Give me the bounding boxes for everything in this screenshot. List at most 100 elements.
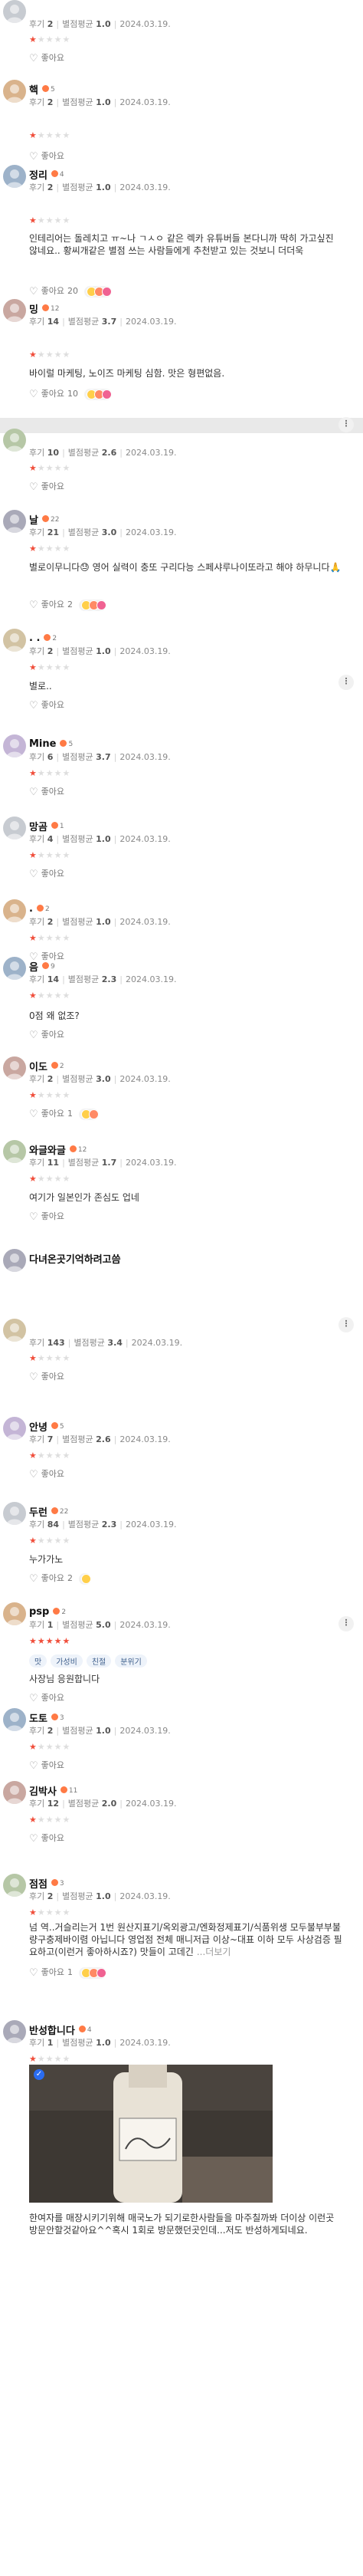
review-card: 다녀온곳기억하려고씀 xyxy=(0,1249,363,1272)
like-button[interactable]: ♡ 좋아요 2 xyxy=(29,598,107,611)
reviewer-header: 밍 12 xyxy=(29,301,59,316)
reviewer-name[interactable]: 날 xyxy=(29,515,38,527)
like-button[interactable]: ♡ 좋아요 xyxy=(29,698,64,711)
avatar[interactable] xyxy=(3,957,26,980)
heart-icon: ♡ xyxy=(29,787,38,798)
level-icon xyxy=(51,1062,58,1069)
reviewer-name[interactable]: 반성합니다 xyxy=(29,2026,75,2037)
avatar[interactable] xyxy=(3,80,26,103)
reviewer-name[interactable]: 밍 xyxy=(29,304,38,316)
avatar[interactable] xyxy=(3,1781,26,1804)
avatar[interactable] xyxy=(3,2020,26,2043)
avg-label: 별점평균 xyxy=(62,1434,96,1444)
avatar[interactable] xyxy=(3,1249,26,1272)
avatar[interactable] xyxy=(3,816,26,840)
like-button[interactable]: ♡ 좋아요 xyxy=(29,480,64,493)
reviewer-name[interactable]: 두런 xyxy=(29,1507,47,1519)
review-date: 2024.03.19. xyxy=(125,1158,177,1168)
like-button[interactable]: ♡ 좋아요 1 xyxy=(29,1107,100,1120)
star-icon: ★ xyxy=(62,1536,71,1546)
divider: | xyxy=(119,448,123,458)
reviewer-name[interactable]: 다녀온곳기억하려고씀 xyxy=(29,1254,121,1266)
avatar[interactable] xyxy=(3,1602,26,1625)
avatar[interactable] xyxy=(3,1417,26,1440)
reviewer-name[interactable]: 핵 xyxy=(29,85,38,97)
avatar[interactable] xyxy=(3,899,26,922)
divider: | xyxy=(113,646,117,656)
avatar[interactable] xyxy=(3,510,26,533)
avatar[interactable] xyxy=(3,629,26,652)
review-card: 음 9 후기 14 | 별점평균 2.3 | 2024.03.19. ★★★★★ 0점 왜 없조… xyxy=(0,957,363,1041)
avatar[interactable] xyxy=(3,1319,26,1342)
reviewer-name[interactable]: Mine xyxy=(29,738,56,750)
reviewer-name[interactable]: 음 xyxy=(29,962,38,974)
reviewer-name[interactable]: 이도 xyxy=(29,1062,47,1073)
reviewer-name[interactable]: 도토 xyxy=(29,1714,47,1725)
avg-rating: 1.0 xyxy=(96,917,111,927)
like-button[interactable]: ♡ 좋아요 xyxy=(29,785,64,798)
star-icon: ★ xyxy=(62,768,71,778)
reviewer-stats: 후기 143 | 별점평균 3.4 | 2024.03.19. xyxy=(29,1336,182,1349)
avatar[interactable] xyxy=(3,299,26,322)
visits-label: 후기 xyxy=(29,1434,47,1444)
like-button[interactable]: ♡ 좋아요 20 xyxy=(29,284,113,297)
level-icon xyxy=(51,1422,58,1429)
avg-label: 별점평균 xyxy=(67,527,102,537)
star-icon: ★ xyxy=(37,544,46,554)
star-rating: ★★★★★ xyxy=(29,1090,70,1100)
like-button[interactable]: ♡ 좋아요 xyxy=(29,51,64,64)
review-card: 정리 4 후기 2 | 별점평균 1.0 | 2024.03.19. ★★★★★ 인테리어는 돌… xyxy=(0,165,363,297)
more-options-button[interactable]: ⋮ xyxy=(338,417,354,432)
divider: | xyxy=(56,1891,60,1901)
like-button[interactable]: ♡ 좋아요 10 xyxy=(29,387,113,400)
reviewer-name[interactable]: 김박사 xyxy=(29,1786,57,1798)
like-button[interactable]: ♡ 좋아요 xyxy=(29,1691,64,1704)
avatar[interactable] xyxy=(3,1874,26,1897)
divider: | xyxy=(56,1074,60,1084)
like-button[interactable]: ♡ 좋아요 1 xyxy=(29,1966,107,1979)
star-icon: ★ xyxy=(37,1451,46,1460)
review-text: 0점 왜 없조? xyxy=(29,1010,343,1022)
avg-rating: 1.0 xyxy=(96,19,111,29)
reviewer-name[interactable]: 망곰 xyxy=(29,822,47,833)
avg-rating: 2.0 xyxy=(101,1799,117,1809)
reviewer-name[interactable]: 정리 xyxy=(29,170,47,182)
avatar[interactable] xyxy=(3,429,26,452)
review-photo[interactable]: ✓ xyxy=(29,2065,273,2203)
star-icon: ★ xyxy=(45,850,54,860)
like-button[interactable]: ♡ 좋아요 xyxy=(29,867,64,880)
avatar[interactable] xyxy=(3,1140,26,1163)
visits-count: 10 xyxy=(47,448,60,458)
avatar[interactable] xyxy=(3,1056,26,1079)
reviewer-name[interactable]: 안녕 xyxy=(29,1422,47,1434)
like-label: 좋아요 xyxy=(41,151,65,161)
read-more-link[interactable]: ...더보기 xyxy=(197,1947,231,1957)
reviewer-stats: 후기 2 | 별점평균 1.0 | 2024.03.19. xyxy=(29,18,171,30)
reviewer-name[interactable]: 점점 xyxy=(29,1879,47,1891)
reviewer-name[interactable]: psp xyxy=(29,1606,49,1618)
visits-count: 1 xyxy=(47,2038,54,2048)
more-options-button[interactable]: ⋮ xyxy=(338,675,354,690)
like-button[interactable]: ♡ 좋아요 xyxy=(29,1467,64,1480)
avatar[interactable] xyxy=(3,734,26,757)
like-button[interactable]: ♡ 좋아요 xyxy=(29,150,64,163)
avatar[interactable] xyxy=(3,1502,26,1525)
avatar[interactable] xyxy=(3,0,26,23)
star-icon: ★ xyxy=(45,1636,54,1646)
like-button[interactable]: ♡ 좋아요 xyxy=(29,1832,64,1845)
avatar[interactable] xyxy=(3,1708,26,1731)
reviewer-name[interactable]: 와글와글 xyxy=(29,1145,66,1157)
avatar[interactable] xyxy=(3,165,26,188)
like-button[interactable]: ♡ 좋아요 xyxy=(29,1759,64,1772)
like-button[interactable]: ♡ 좋아요 xyxy=(29,1028,64,1041)
review-date: 2024.03.19. xyxy=(119,1726,171,1736)
more-options-button[interactable]: ⋮ xyxy=(338,1616,354,1631)
reviewer-name[interactable]: . . xyxy=(29,632,40,644)
star-icon: ★ xyxy=(54,463,63,473)
like-button[interactable]: ♡ 좋아요 xyxy=(29,1210,64,1223)
reviewer-stats: 후기 14 | 별점평균 2.3 | 2024.03.19. xyxy=(29,973,176,985)
more-options-button[interactable]: ⋮ xyxy=(338,1317,354,1332)
reviewer-name[interactable]: . xyxy=(29,903,33,915)
like-button[interactable]: ♡ 좋아요 2 xyxy=(29,1572,92,1585)
like-button[interactable]: ♡ 좋아요 xyxy=(29,1370,64,1383)
